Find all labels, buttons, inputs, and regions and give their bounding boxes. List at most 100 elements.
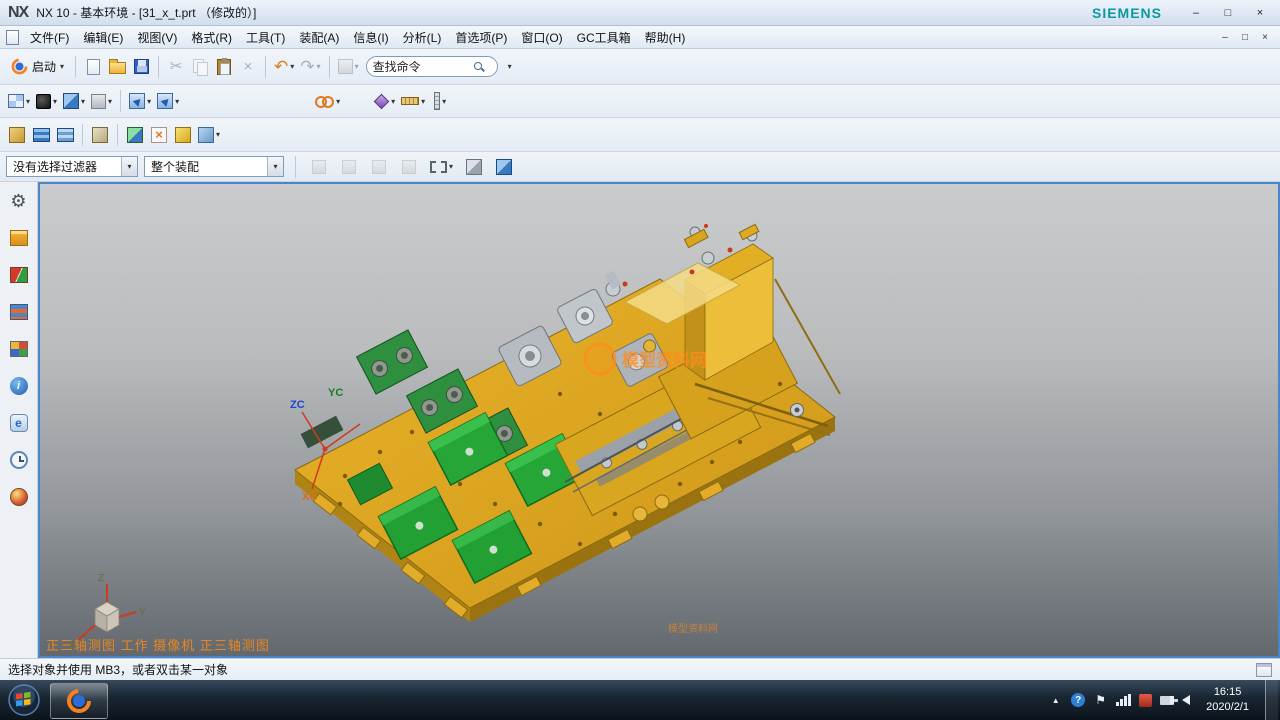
taskbar-nx-app-button[interactable] (50, 683, 108, 719)
delete-button[interactable]: × (236, 53, 260, 80)
cut-button[interactable]: ✂ (164, 53, 188, 80)
paste-button[interactable] (212, 53, 236, 80)
action-center-flag-icon[interactable]: ⚑ (1093, 693, 1108, 708)
show-desktop-button[interactable] (1265, 680, 1278, 720)
menu-item-window[interactable]: 窗口(O) (514, 27, 569, 48)
assembly-constraints-icon: × (151, 127, 167, 143)
menu-item-analysis[interactable]: 分析(L) (396, 27, 449, 48)
network-icon[interactable] (1116, 694, 1131, 706)
reuse-library-tab[interactable] (8, 338, 30, 360)
edit-component-button[interactable]: ▾ (195, 121, 223, 148)
start-button[interactable]: 启动 ▾ (5, 53, 70, 80)
open-button[interactable] (105, 53, 129, 80)
window-layout-button[interactable]: ▾ (5, 88, 33, 115)
selection-scope-value: 整个装配 (151, 158, 199, 175)
new-file-button[interactable] (81, 53, 105, 80)
close-button[interactable]: × (1248, 4, 1272, 22)
taskbar-clock[interactable]: 16:15 2020/2/1 (1198, 685, 1257, 715)
move-component-button[interactable] (123, 121, 147, 148)
menu-item-format[interactable]: 格式(R) (184, 27, 239, 48)
command-finder-box (366, 56, 498, 77)
highlight-button[interactable] (367, 153, 391, 180)
child-close-button[interactable]: × (1256, 30, 1274, 45)
paste-clipboard-icon (217, 59, 231, 75)
assembly-navigator-tab[interactable] (8, 227, 30, 249)
snap-point-button[interactable]: ▾ (371, 88, 398, 115)
copy-button[interactable] (188, 53, 212, 80)
menu-item-tools[interactable]: 工具(T) (239, 27, 292, 48)
shade-selection-button[interactable] (492, 153, 516, 180)
part-navigator-tab[interactable] (8, 301, 30, 323)
system-tray: ▲ ? ⚑ 16:15 2020/2/1 (1048, 680, 1280, 720)
orient-view-button[interactable]: ▾ (126, 88, 154, 115)
wcs-xc-label: XC (302, 491, 317, 503)
child-restore-button[interactable]: □ (1236, 30, 1254, 45)
web-browser-tab[interactable]: e (8, 412, 30, 434)
measure-distance-button[interactable]: ▾ (428, 88, 452, 115)
highlight-faces-button[interactable] (462, 153, 486, 180)
cad-model[interactable]: ZC YC XC Z Y X (40, 184, 1278, 656)
start-orb-button[interactable] (6, 682, 42, 718)
minimize-button[interactable]: – (1184, 4, 1208, 22)
hd3d-tools-tab[interactable]: i (8, 375, 30, 397)
background-button[interactable]: ▾ (88, 88, 115, 115)
start-button-label: 启动 (32, 58, 56, 75)
menu-item-file[interactable]: 文件(F) (23, 27, 76, 48)
save-button[interactable] (129, 53, 153, 80)
windows-flag-icon (8, 684, 40, 716)
deselect-button[interactable] (397, 153, 421, 180)
menu-item-assemblies[interactable]: 装配(A) (292, 27, 346, 48)
volume-icon[interactable] (1182, 695, 1190, 705)
undo-button[interactable]: ↶ ▾ (271, 53, 297, 80)
hidden-icons-chevron[interactable]: ▲ (1048, 693, 1063, 708)
menu-item-edit[interactable]: 编辑(E) (76, 27, 130, 48)
touch-mode-button[interactable]: ▾ (335, 53, 362, 80)
command-finder-options-button[interactable]: ▾ (498, 53, 522, 80)
assembly-sequence-button[interactable] (53, 121, 77, 148)
menu-item-preferences[interactable]: 首选项(P) (448, 27, 514, 48)
child-minimize-button[interactable]: – (1216, 30, 1234, 45)
selection-filter-dropdown[interactable]: 没有选择过滤器 ▾ (6, 156, 138, 177)
visualization-button[interactable]: ▾ (312, 88, 343, 115)
system-materials-icon (10, 488, 28, 506)
show-degrees-of-freedom-button[interactable] (171, 121, 195, 148)
resource-options-button[interactable]: ⚙ (8, 190, 30, 212)
gray-cube-icon (466, 159, 482, 175)
system-materials-tab[interactable] (8, 486, 30, 508)
help-tray-icon[interactable]: ? (1071, 693, 1085, 707)
snap-view-button[interactable]: ▾ (154, 88, 182, 115)
measure-button[interactable]: ▾ (398, 88, 428, 115)
show-product-outline-button[interactable] (29, 121, 53, 148)
menu-item-information[interactable]: 信息(I) (346, 27, 395, 48)
windows-taskbar: ▲ ? ⚑ 16:15 2020/2/1 (0, 680, 1280, 720)
search-icon[interactable] (473, 61, 485, 73)
security-tray-icon[interactable] (1139, 694, 1152, 707)
marquee-style-button[interactable]: ▾ (427, 153, 456, 180)
find-component-button[interactable] (5, 121, 29, 148)
triad-z-label: Z (98, 573, 104, 584)
redo-button[interactable]: ↷ ▾ (297, 53, 323, 80)
exploded-views-button[interactable] (88, 121, 112, 148)
menu-item-gc-toolbox[interactable]: GC工具箱 (570, 27, 638, 48)
maximize-button[interactable]: □ (1216, 4, 1240, 22)
new-file-icon (87, 59, 100, 75)
menu-item-help[interactable]: 帮助(H) (638, 27, 693, 48)
selection-scope-dropdown[interactable]: 整个装配 ▾ (144, 156, 284, 177)
display-mode-button[interactable]: ▾ (33, 88, 60, 115)
scissors-icon: ✂ (170, 59, 183, 74)
select-all-button[interactable] (307, 153, 331, 180)
chevron-down-icon: ▾ (53, 97, 57, 106)
render-style-button[interactable]: ▾ (60, 88, 88, 115)
tile-windows-icon[interactable] (1256, 663, 1272, 677)
shaded-cube-icon (63, 93, 79, 109)
snap-point-toggle-button[interactable] (337, 153, 361, 180)
command-finder-input[interactable] (373, 60, 473, 74)
separator (120, 90, 121, 112)
glasses-icon (315, 96, 334, 106)
history-tab[interactable] (8, 449, 30, 471)
constraint-navigator-tab[interactable] (8, 264, 30, 286)
save-floppy-icon (134, 59, 149, 74)
assembly-constraints-button[interactable]: × (147, 121, 171, 148)
menu-item-view[interactable]: 视图(V) (130, 27, 184, 48)
graphics-window[interactable]: ZC YC XC Z Y X (38, 182, 1280, 658)
